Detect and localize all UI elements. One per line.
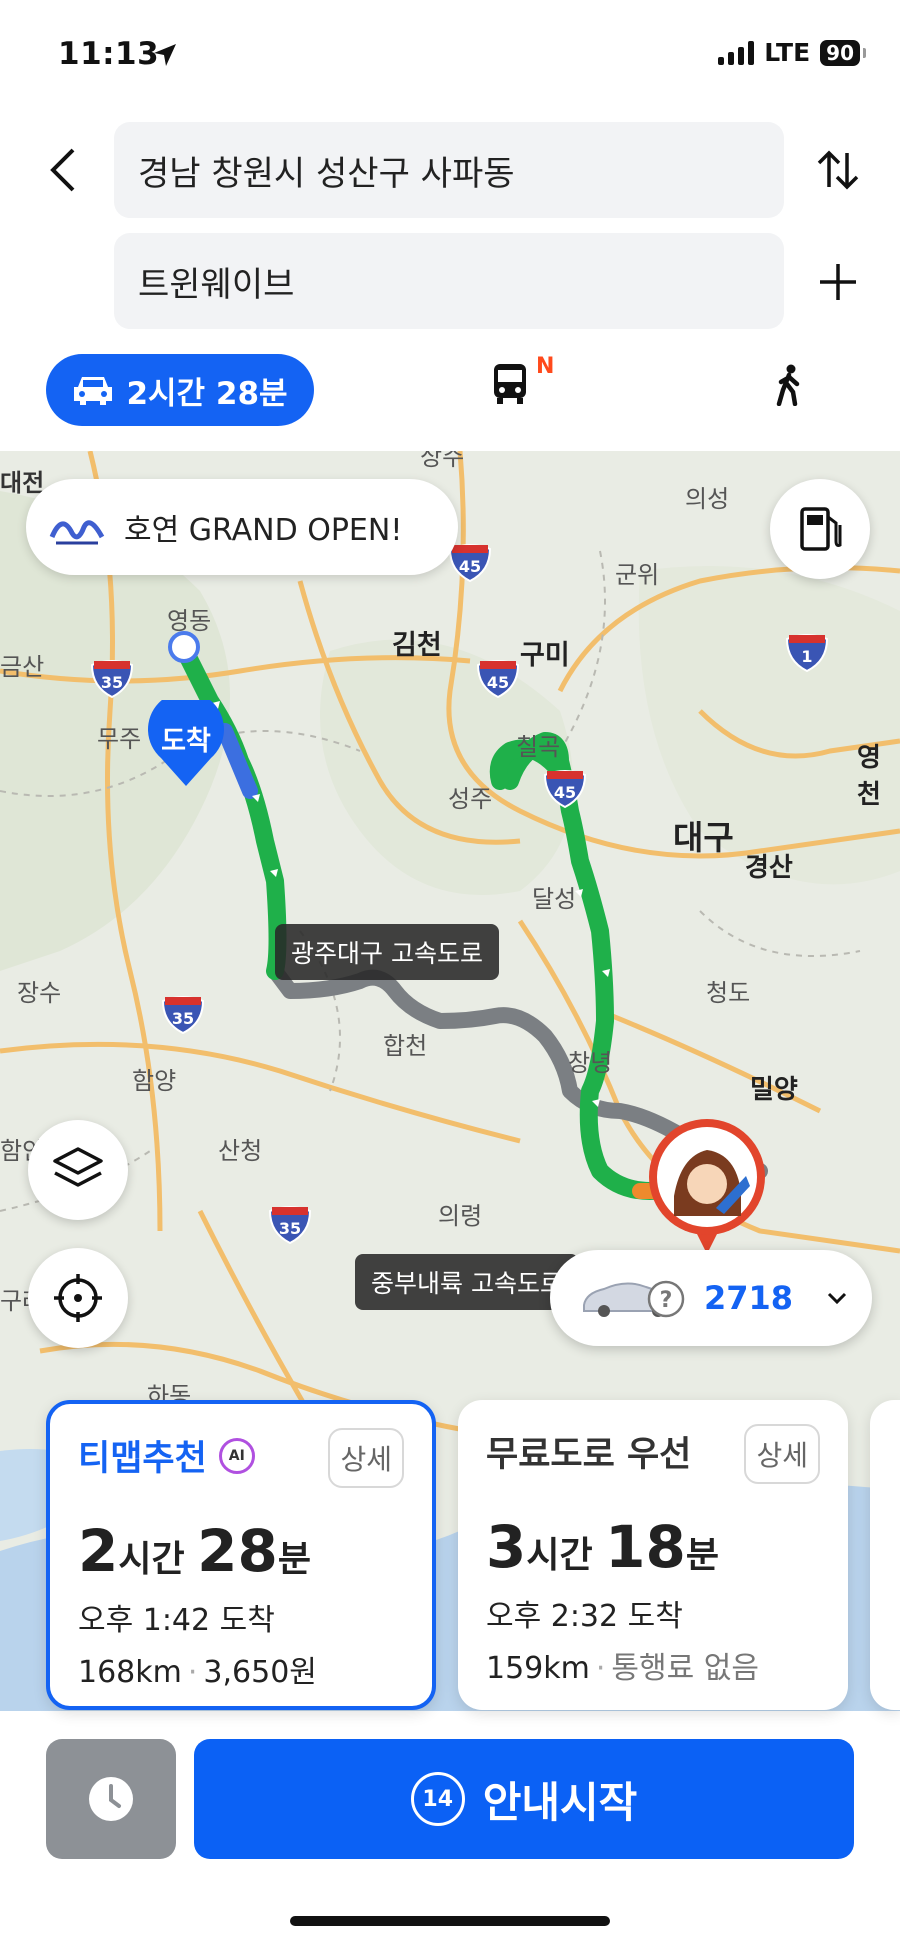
route-meta: 168km · 3,650원: [78, 1655, 317, 1690]
promo-logo-icon: [49, 520, 105, 545]
route-duration: 2시간 28분: [78, 1517, 311, 1585]
car-icon: [74, 377, 113, 405]
countdown-badge: 14: [410, 1772, 465, 1826]
place-label: 영동: [167, 607, 212, 635]
place-label: 상주: [420, 451, 465, 471]
place-label: 장수: [17, 979, 62, 1007]
origin-field[interactable]: 경남 창원시 성산구 사파동: [114, 122, 784, 218]
place-label: 군위: [615, 561, 660, 589]
tab-transit[interactable]: N: [492, 354, 554, 410]
crosshair-icon: [54, 1274, 102, 1322]
clock-icon: [89, 1777, 133, 1821]
tab-walk[interactable]: [773, 364, 805, 410]
tab-car[interactable]: 2시간 28분: [46, 354, 314, 426]
signal-icon: [718, 40, 755, 65]
ai-badge-icon: AI: [218, 1437, 255, 1474]
place-label: 무주: [97, 725, 142, 753]
place-label: 영천: [857, 743, 881, 810]
place-label: 금산: [0, 653, 45, 681]
avatar-icon: [649, 1119, 765, 1254]
place-label: 산청: [218, 1137, 263, 1165]
add-waypoint-button[interactable]: [808, 252, 868, 312]
svg-text:1: 1: [801, 647, 812, 666]
route-title: 티맵추천: [78, 1439, 207, 1479]
layers-icon: [53, 1147, 103, 1187]
back-button[interactable]: [32, 140, 92, 200]
start-label: 안내시작: [482, 1777, 638, 1827]
chevron-down-icon: [828, 1292, 847, 1305]
destination-pin-label: 도착: [161, 726, 211, 757]
status-right: LTE 90: [718, 38, 866, 67]
place-label: 합천: [383, 1032, 428, 1060]
highway-shield: 45: [543, 767, 587, 809]
highway-shield: 1: [785, 631, 829, 673]
destination-field[interactable]: 트윈웨이브: [114, 233, 784, 329]
swap-vertical-icon: [817, 150, 859, 190]
bus-icon: [494, 364, 526, 404]
place-label: 창녕: [568, 1049, 613, 1077]
chevron-left-icon: [50, 148, 75, 192]
schedule-button[interactable]: [46, 1739, 176, 1859]
start-navigation-button[interactable]: 14 안내시작: [194, 1739, 854, 1859]
network-label: LTE: [764, 38, 811, 67]
place-label: 김천: [392, 630, 442, 661]
place-label: 밀양: [750, 1075, 798, 1105]
route-card-peek[interactable]: [870, 1400, 900, 1710]
place-label: 달성: [532, 885, 577, 913]
home-indicator[interactable]: [290, 1916, 610, 1926]
highway-shield: 35: [161, 993, 205, 1035]
place-label: 청도: [706, 979, 751, 1007]
route-title: 무료도로 우선: [486, 1435, 692, 1475]
svg-text:45: 45: [459, 557, 481, 576]
character-marker[interactable]: [646, 1116, 768, 1254]
plus-icon: [820, 264, 856, 300]
svg-text:45: 45: [487, 673, 509, 692]
layers-button[interactable]: [28, 1120, 128, 1220]
battery-icon: 90: [820, 39, 866, 66]
location-arrow-icon: [154, 44, 176, 66]
place-label: 대전: [0, 469, 45, 497]
place-label: 함양: [132, 1067, 177, 1095]
route-card-recommended[interactable]: 티맵추천 AI 상세 2시간 28분 오후 1:42 도착 168km · 3,65…: [46, 1400, 436, 1710]
road-label: 중부내륙 고속도로: [355, 1254, 579, 1310]
car-question-icon: ?: [583, 1280, 685, 1318]
promo-text: 호연 GRAND OPEN!: [124, 513, 403, 548]
place-label: 성주: [448, 785, 493, 813]
current-location-button[interactable]: [28, 1248, 128, 1348]
highway-shield: 35: [268, 1203, 312, 1245]
svg-text:35: 35: [279, 1219, 301, 1238]
place-label: 경산: [745, 853, 793, 883]
status-time: 11:13: [58, 36, 160, 72]
svg-text:45: 45: [554, 783, 576, 802]
route-card-free[interactable]: 무료도로 우선 상세 3시간 18분 오후 2:32 도착 159km · 통행료 …: [458, 1400, 848, 1710]
new-badge: N: [536, 354, 555, 379]
detail-button[interactable]: 상세: [744, 1424, 820, 1484]
svg-text:35: 35: [101, 673, 123, 692]
route-duration: 3시간 18분: [486, 1513, 719, 1581]
walk-icon: [776, 364, 800, 407]
place-label: 의령: [438, 1202, 483, 1230]
place-label: 의성: [685, 485, 730, 513]
swap-button[interactable]: [808, 140, 868, 200]
road-label: 광주대구 고속도로: [275, 924, 499, 980]
highway-shield: 45: [448, 541, 492, 583]
vehicle-code: 2718: [704, 1279, 794, 1317]
promo-banner[interactable]: 호연 GRAND OPEN!: [26, 479, 458, 575]
fuel-icon: [800, 507, 842, 551]
svg-text:35: 35: [172, 1009, 194, 1028]
route-meta: 159km · 통행료 없음: [486, 1651, 759, 1686]
place-label: 칠곡: [516, 733, 561, 761]
car-duration: 2시간 28분: [126, 375, 288, 412]
highway-shield: 35: [90, 657, 134, 699]
svg-text:?: ?: [660, 1288, 673, 1313]
highway-shield: 45: [476, 657, 520, 699]
detail-button[interactable]: 상세: [328, 1428, 404, 1488]
route-arrival: 오후 2:32 도착: [486, 1599, 683, 1634]
place-label: 구미: [520, 640, 570, 671]
route-arrival: 오후 1:42 도착: [78, 1603, 275, 1638]
place-label: 대구: [673, 818, 734, 857]
vehicle-selector[interactable]: ? 2718: [550, 1250, 872, 1346]
gas-station-button[interactable]: [770, 479, 870, 579]
